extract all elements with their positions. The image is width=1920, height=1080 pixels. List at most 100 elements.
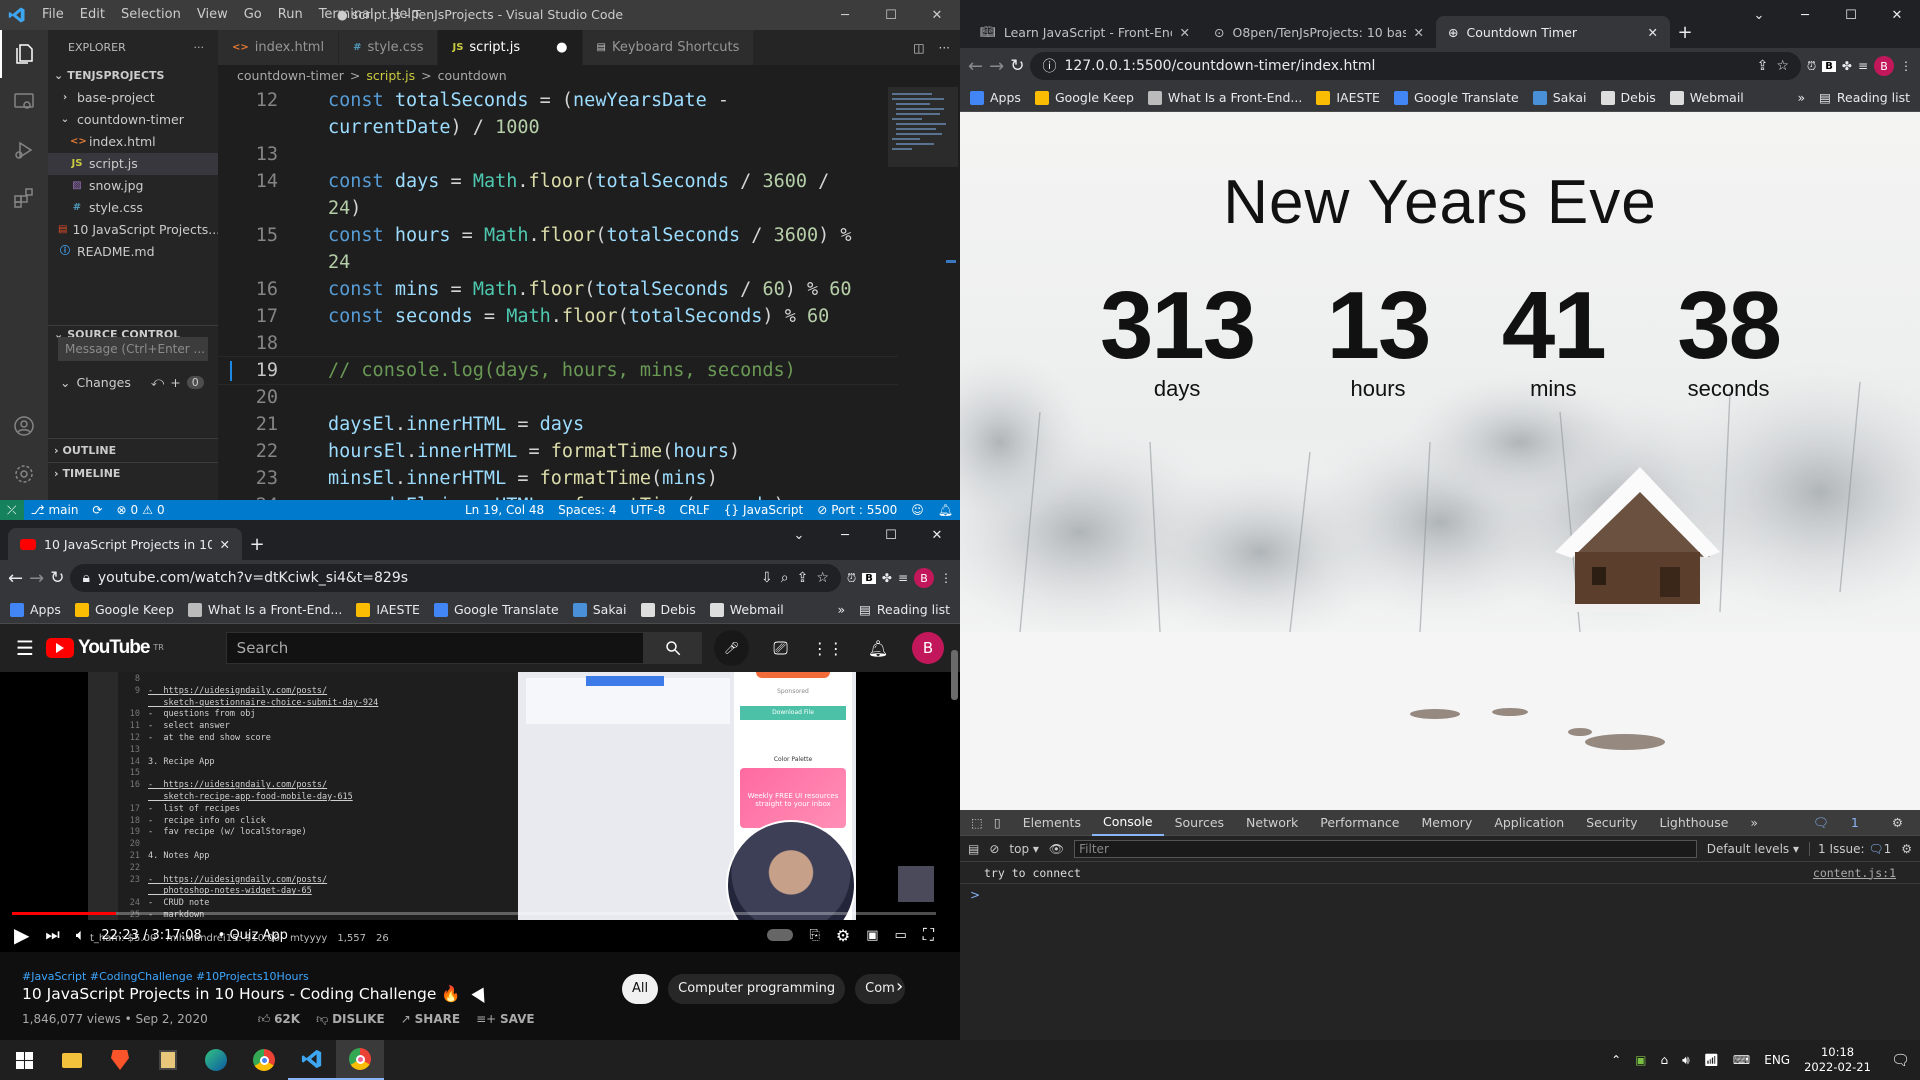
zoom-icon[interactable]: ⌕: [781, 570, 789, 586]
theater-mode-icon[interactable]: ▭: [895, 928, 907, 943]
menu-help[interactable]: Help: [382, 0, 428, 30]
close-tab-icon[interactable]: ✕: [220, 537, 230, 552]
language-indicator[interactable]: ENG: [1764, 1053, 1790, 1067]
live-server-port[interactable]: ⊘ Port : 5500: [810, 500, 904, 520]
menu-selection[interactable]: Selection: [113, 0, 189, 30]
tab-youtube[interactable]: 10 JavaScript Projects in 10 Hour ✕: [8, 528, 242, 560]
new-tab-icon[interactable]: +: [1670, 16, 1700, 48]
bookmark-what-is-a-front-end-[interactable]: What Is a Front-End...: [1147, 90, 1302, 105]
encoding[interactable]: UTF-8: [623, 500, 672, 520]
extensions-puzzle-icon[interactable]: ✤: [882, 571, 892, 585]
devtools-tab-sources[interactable]: Sources: [1164, 810, 1235, 836]
notifications-bell-icon[interactable]: 🔔︎: [868, 639, 888, 658]
close-tab-icon[interactable]: ✕: [1648, 25, 1658, 40]
video-progress-bar[interactable]: [12, 912, 936, 915]
discard-changes-icon[interactable]: ⤺: [151, 374, 164, 390]
reading-list-button[interactable]: ▤ Reading list: [859, 602, 950, 617]
devtools-settings-gear-icon[interactable]: ⚙: [1881, 810, 1914, 836]
tab-style-css[interactable]: # style.css: [339, 30, 439, 65]
chrome-active-icon[interactable]: [336, 1040, 384, 1080]
menu-go[interactable]: Go: [236, 0, 270, 30]
dislike-button[interactable]: 👎︎ DISLIKE: [316, 1012, 385, 1027]
remote-explorer-icon[interactable]: [0, 78, 48, 126]
timeline-header[interactable]: › TIMELINE: [48, 462, 218, 484]
alarm-extension-icon[interactable]: ⏰︎: [847, 571, 856, 586]
windows-start-icon[interactable]: [0, 1040, 48, 1080]
file-manager-icon[interactable]: [144, 1040, 192, 1080]
bookmark-webmail[interactable]: Webmail: [709, 602, 784, 617]
tree-item-style-css[interactable]: # style.css: [48, 197, 218, 219]
split-editor-icon[interactable]: ◫: [913, 41, 924, 55]
next-icon[interactable]: ⏭︎: [45, 925, 59, 945]
menu-terminal[interactable]: Terminal: [311, 0, 382, 30]
tree-item-10-javascript-projects-[interactable]: ▤ 10 JavaScript Projects...: [48, 219, 218, 241]
console-prompt[interactable]: >: [960, 884, 1920, 906]
reload-icon[interactable]: ↻: [1010, 56, 1024, 76]
microphone-icon[interactable]: 🎤︎: [713, 630, 750, 666]
media-icon[interactable]: ≡: [1858, 59, 1868, 73]
bookmark-google-translate[interactable]: Google Translate: [433, 602, 559, 617]
language-mode[interactable]: {} JavaScript: [717, 500, 810, 520]
bookmark-sakai[interactable]: Sakai: [572, 602, 627, 617]
install-icon[interactable]: ⇩: [761, 570, 773, 586]
address-bar[interactable]: ⓘ 127.0.0.1:5500/countdown-timer/index.h…: [1030, 52, 1801, 80]
profile-avatar[interactable]: B: [914, 568, 934, 588]
youtube-logo[interactable]: YouTube TR: [45, 637, 164, 659]
issues-indicator[interactable]: 1 Issue: 🗨︎1: [1809, 841, 1891, 856]
feedback-icon[interactable]: ☺: [904, 500, 931, 520]
tab-search-chevron-icon[interactable]: ⌄: [776, 520, 822, 550]
minimize-icon[interactable]: ─: [822, 520, 868, 550]
code-line[interactable]: 23 minsEl.innerHTML = formatTime(mins): [218, 465, 898, 492]
bookmarks-overflow-chevron-icon[interactable]: »: [1797, 90, 1805, 105]
issues-badge[interactable]: 🗨︎ 1: [1791, 810, 1881, 836]
reading-list-button[interactable]: ▤ Reading list: [1819, 90, 1910, 105]
minimize-icon[interactable]: ─: [1782, 0, 1828, 30]
tab-search-chevron-icon[interactable]: ⌄: [1736, 0, 1782, 30]
bookmark-debis[interactable]: Debis: [640, 602, 696, 617]
device-toolbar-icon[interactable]: ▯: [994, 810, 1012, 836]
code-line[interactable]: 24secondsEl.innerHTML = formatTime(secon…: [218, 492, 898, 500]
code-line[interactable]: 19 // console.log(days, hours, mins, seco…: [218, 356, 898, 385]
code-line[interactable]: 21 daysEl.innerHTML = days: [218, 411, 898, 438]
miniplayer-icon[interactable]: ▣: [866, 928, 878, 943]
scrollbar[interactable]: [951, 650, 958, 700]
code-line[interactable]: 15 const hours = Math.floor(totalSeconds …: [218, 222, 898, 249]
clear-console-icon[interactable]: ⊘: [989, 842, 999, 856]
fullscreen-icon[interactable]: ⛶: [923, 925, 934, 945]
tab-script-js[interactable]: JS script.js ●: [438, 30, 583, 65]
more-tabs-chevron-icon[interactable]: »: [1739, 810, 1769, 836]
close-icon[interactable]: ✕: [914, 0, 960, 30]
save-button[interactable]: ≡+ SAVE: [476, 1012, 535, 1027]
like-button[interactable]: 👍︎ 62K: [258, 1012, 300, 1027]
file-explorer-icon[interactable]: [48, 1040, 96, 1080]
brave-browser-icon[interactable]: [96, 1040, 144, 1080]
unsaved-dot-icon[interactable]: ●: [556, 30, 567, 65]
code-line[interactable]: 12 const totalSeconds = (newYearsDate -: [218, 87, 898, 114]
chip-all[interactable]: All: [622, 974, 659, 1004]
tab-countdown-timer[interactable]: ⊕ Countdown Timer ✕: [1436, 16, 1670, 48]
bookmark-what-is-a-front-end-[interactable]: What Is a Front-End...: [187, 602, 342, 617]
bookmark-sakai[interactable]: Sakai: [1532, 90, 1587, 105]
hamburger-menu-icon[interactable]: ☰: [16, 636, 34, 660]
branch-indicator[interactable]: ⎇ main: [24, 500, 86, 520]
tab-index-html[interactable]: <> index.html: [218, 30, 340, 65]
extension-b-icon[interactable]: B: [1822, 60, 1836, 72]
commit-message-input[interactable]: Message (Ctrl+Enter ...: [58, 337, 208, 361]
chapter-title[interactable]: • Quiz App: [218, 928, 288, 943]
share-icon[interactable]: ⇪: [797, 570, 809, 586]
maximize-icon[interactable]: ☐: [868, 0, 914, 30]
menu-file[interactable]: File: [34, 0, 72, 30]
indentation[interactable]: Spaces: 4: [551, 500, 623, 520]
code-line[interactable]: 17 const seconds = Math.floor(totalSecond…: [218, 303, 898, 330]
notifications-bell-icon[interactable]: 🔔︎: [931, 500, 960, 520]
remote-indicator-icon[interactable]: ⤫: [0, 500, 24, 520]
forward-arrow-icon[interactable]: →: [989, 56, 1004, 77]
close-icon[interactable]: ✕: [914, 520, 960, 550]
more-actions-icon[interactable]: ···: [194, 30, 205, 65]
bookmarks-overflow-chevron-icon[interactable]: »: [837, 602, 845, 617]
devtools-tab-network[interactable]: Network: [1235, 810, 1309, 836]
bookmark-apps[interactable]: Apps: [10, 602, 61, 617]
project-section-header[interactable]: ⌄ TENJSPROJECTS: [48, 65, 218, 87]
menu-dots-icon[interactable]: ⋮: [1900, 59, 1912, 73]
alarm-extension-icon[interactable]: ⏰︎: [1807, 59, 1816, 74]
